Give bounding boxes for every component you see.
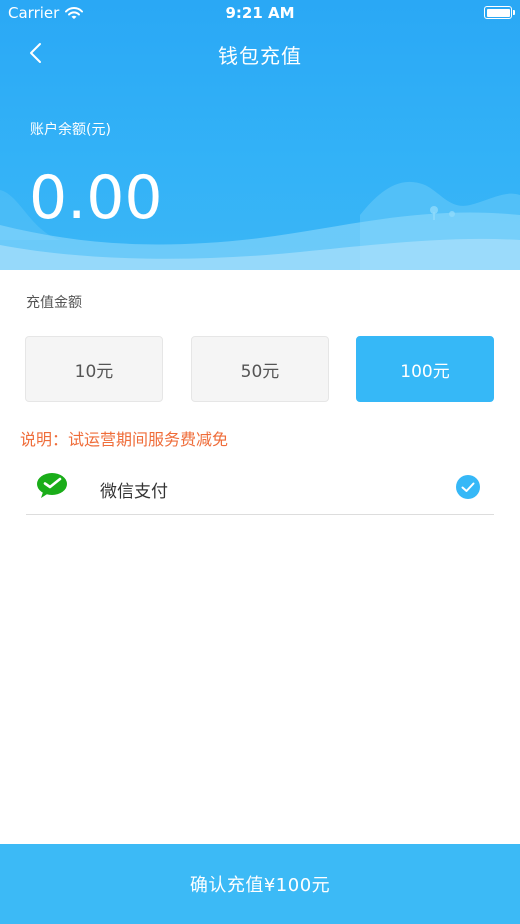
recharge-amount-label: 充值金额 <box>26 295 82 311</box>
amount-option-100[interactable]: 100元 <box>356 336 494 402</box>
confirm-recharge-button[interactable]: 确认充值¥100元 <box>0 844 520 924</box>
battery-icon <box>484 6 515 19</box>
status-time: 9:21 AM <box>225 4 295 22</box>
payment-method-wechat[interactable]: 微信支付 <box>26 462 494 515</box>
page-title: 钱包充值 <box>218 44 302 68</box>
wechat-icon <box>37 473 67 498</box>
balance-value: 0.00 <box>29 163 163 233</box>
amount-option-50[interactable]: 50元 <box>191 336 329 402</box>
service-fee-note: 说明：试运营期间服务费减免 <box>20 430 229 449</box>
balance-label: 账户余额(元) <box>30 122 111 138</box>
header-banner: Carrier 9:21 AM 钱包充值 账户余额(元) 0.00 <box>0 0 520 270</box>
amount-option-10[interactable]: 10元 <box>25 336 163 402</box>
nav-bar: 钱包充值 <box>0 30 520 76</box>
check-circle-icon[interactable] <box>456 475 480 499</box>
battery-level <box>486 8 510 17</box>
payment-method-label: 微信支付 <box>100 482 168 502</box>
amount-options: 10元 50元 100元 <box>25 336 495 403</box>
status-bar: Carrier 9:21 AM <box>0 0 520 26</box>
